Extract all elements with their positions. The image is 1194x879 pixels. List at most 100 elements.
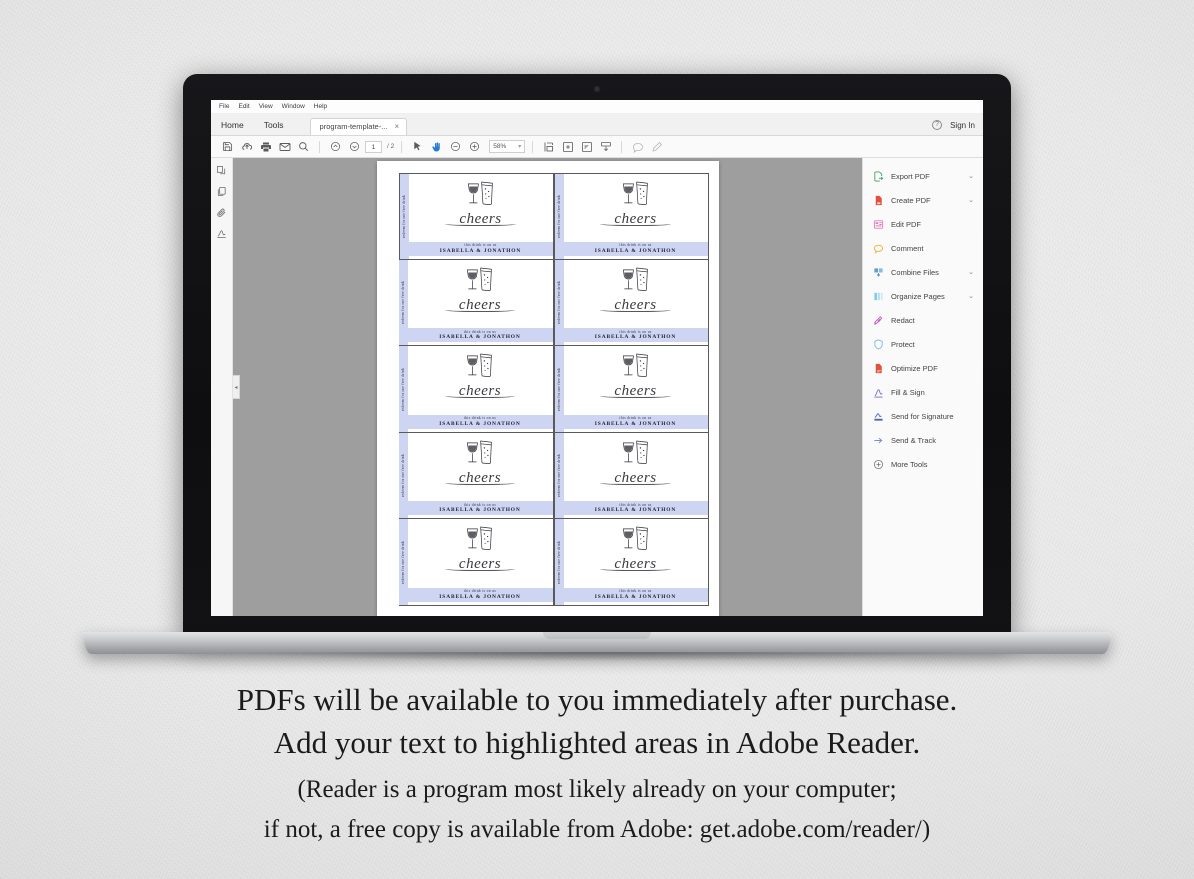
card-highlight-block: this drink is on us ISABELLA & JONATHON	[563, 587, 708, 602]
card-side-strip: redeem for one free drink	[398, 519, 408, 605]
card-script-word: cheers	[600, 469, 671, 486]
tools-panel-item-label: Export PDF	[891, 171, 930, 181]
card-subtitle: this drink is on us	[463, 589, 497, 594]
page-down-icon[interactable]	[346, 138, 363, 155]
chevron-down-icon[interactable]: ⌄	[968, 172, 974, 180]
page-number-input[interactable]: 1	[365, 140, 382, 153]
page-up-icon[interactable]	[327, 138, 344, 155]
clinking-glasses-icon	[617, 437, 655, 474]
fit-width-icon[interactable]	[559, 138, 576, 155]
scroll-mode-icon[interactable]	[597, 138, 614, 155]
clinking-glasses-icon	[617, 523, 655, 560]
save-icon[interactable]	[219, 138, 236, 155]
menu-view[interactable]: View	[259, 103, 273, 110]
comment-bubble-icon[interactable]	[629, 138, 646, 155]
tools-panel-item-label: Send & Track	[891, 435, 937, 445]
tools-panel-item-label: More Tools	[891, 459, 928, 469]
chevron-down-icon[interactable]: ⌄	[968, 268, 974, 276]
card-names: ISABELLA & JONATHON	[439, 507, 521, 514]
zoom-in-icon[interactable]	[466, 138, 483, 155]
print-icon[interactable]	[257, 138, 274, 155]
card-script-word: cheers	[600, 211, 671, 227]
laptop-shadow	[243, 652, 953, 661]
caption-line-4: if not, a free copy is available from Ad…	[263, 816, 931, 843]
fullscreen-icon[interactable]	[578, 138, 595, 155]
tools-panel-item-label: Organize Pages	[891, 291, 945, 301]
comment-icon	[872, 242, 884, 254]
tools-panel-item-fill-sign[interactable]: Fill & Sign	[863, 380, 983, 404]
tools-panel-item-organize-pages[interactable]: Organize Pages ⌄	[863, 284, 983, 308]
highlighter-pen-icon[interactable]	[648, 138, 665, 155]
create-pdf-icon	[872, 194, 884, 206]
clinking-glasses-icon	[461, 264, 499, 301]
signature-icon[interactable]	[215, 227, 228, 240]
tools-panel-item-create-pdf[interactable]: Create PDF ⌄	[863, 188, 983, 212]
tab-document[interactable]: program-template-... ×	[309, 118, 408, 135]
zoom-out-icon[interactable]	[447, 138, 464, 155]
card-highlight-block: this drink is on us ISABELLA & JONATHON	[407, 414, 553, 429]
send-track-icon	[872, 434, 884, 446]
optimize-pdf-icon	[872, 362, 884, 374]
laptop-screen: File Edit View Window Help Home Tools pr…	[211, 100, 983, 616]
card-side-text: redeem for one free drink	[557, 540, 561, 584]
tab-home[interactable]: Home	[211, 120, 254, 135]
card-main: cheers this drink is on us ISABELLA & JONA…	[407, 519, 553, 605]
tools-panel: Export PDF ⌄ Create PDF ⌄ Edit PDF Comment Com…	[862, 158, 983, 616]
send-for-signature-icon	[872, 410, 884, 422]
card-side-strip: redeem for one free drink	[398, 432, 408, 519]
tools-panel-item-more-tools[interactable]: More Tools	[863, 452, 983, 476]
tools-panel-item-send-track[interactable]: Send & Track	[863, 428, 983, 452]
sign-in-button[interactable]: Sign In	[950, 121, 975, 130]
menu-file[interactable]: File	[219, 103, 229, 110]
chevron-down-icon[interactable]: ⌄	[968, 292, 974, 300]
card-subtitle: this drink is on us	[463, 416, 497, 421]
tools-panel-item-edit-pdf[interactable]: Edit PDF	[863, 212, 983, 236]
card-subtitle: this drink is on us	[619, 589, 652, 594]
card-script-word: cheers	[600, 383, 671, 400]
menu-window[interactable]: Window	[282, 103, 305, 110]
tools-panel-item-label: Redact	[891, 315, 915, 325]
tools-panel-item-combine-files[interactable]: Combine Files ⌄	[863, 260, 983, 284]
tools-panel-item-send-for-signature[interactable]: Send for Signature	[863, 404, 983, 428]
tools-panel-item-comment[interactable]: Comment	[863, 236, 983, 260]
tools-panel-item-protect[interactable]: Protect	[863, 332, 983, 356]
tab-tools[interactable]: Tools	[254, 120, 294, 135]
menu-help[interactable]: Help	[314, 103, 327, 110]
tools-panel-item-redact[interactable]: Redact	[863, 308, 983, 332]
page-thumbnails-icon[interactable]	[215, 164, 228, 177]
card-highlight-block: this drink is on us ISABELLA & JONATHON	[563, 414, 708, 429]
menu-edit[interactable]: Edit	[238, 103, 249, 110]
card-script-word: cheers	[445, 211, 516, 227]
export-pdf-icon	[872, 170, 884, 182]
clinking-glasses-icon	[462, 178, 500, 215]
panel-collapse-handle[interactable]: ◂	[233, 375, 240, 399]
drink-ticket-card: redeem for one free drink cheers this dri…	[398, 173, 554, 260]
tools-panel-item-optimize-pdf[interactable]: Optimize PDF	[863, 356, 983, 380]
page-margin-instructions: VERY IMPORTANT: (1) Be sure to download …	[233, 158, 379, 167]
page-total-label: / 2	[387, 143, 395, 150]
attachments-clip-icon[interactable]	[215, 206, 228, 219]
cloud-upload-icon[interactable]	[238, 138, 255, 155]
fit-page-icon[interactable]	[540, 138, 557, 155]
tools-panel-item-label: Combine Files	[891, 267, 939, 277]
chevron-down-icon[interactable]: ⌄	[968, 196, 974, 204]
hand-tool-icon[interactable]	[428, 138, 445, 155]
cursor-select-icon[interactable]	[409, 138, 426, 155]
card-names: ISABELLA & JONATHON	[439, 334, 521, 341]
toolbar-separator	[319, 140, 320, 153]
card-script-word: cheers	[600, 556, 671, 573]
help-circle-icon[interactable]: ?	[932, 120, 943, 130]
drink-ticket-card: redeem for one free drink cheers this dri…	[398, 259, 554, 347]
drink-ticket-card: redeem for one free drink cheers this dri…	[398, 519, 554, 606]
tools-panel-item-label: Comment	[891, 243, 924, 253]
email-icon[interactable]	[276, 138, 293, 155]
page-copy-icon[interactable]	[215, 185, 228, 198]
document-viewport[interactable]: ◂ VERY IMPORTANT: (1) Be sure to downloa…	[233, 158, 862, 616]
tools-panel-item-export-pdf[interactable]: Export PDF ⌄	[863, 164, 983, 188]
menu-bar: File Edit View Window Help	[211, 100, 983, 114]
zoom-level-select[interactable]: 58% ▾	[489, 140, 526, 153]
close-tab-icon[interactable]: ×	[394, 122, 399, 131]
search-icon[interactable]	[295, 138, 312, 155]
drink-ticket-card: redeem for one free drink cheers this dri…	[398, 432, 554, 520]
webcam-dot	[595, 87, 599, 91]
